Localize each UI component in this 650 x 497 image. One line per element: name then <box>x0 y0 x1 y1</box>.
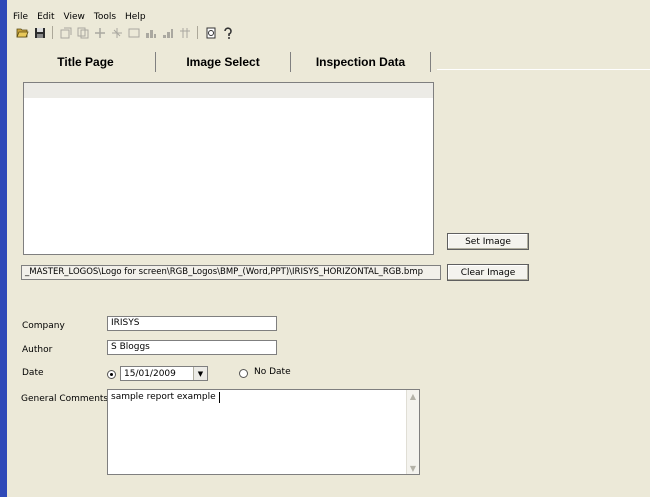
tab-baseline <box>437 69 650 70</box>
tab-image-select[interactable]: Image Select <box>156 52 291 72</box>
company-label: Company <box>22 321 65 331</box>
open-folder-icon[interactable] <box>16 26 29 39</box>
tab-inspection-data[interactable]: Inspection Data <box>291 52 431 72</box>
image-preview-header <box>24 83 433 98</box>
window-left-edge <box>0 0 7 497</box>
date-value: 15/01/2009 <box>124 368 176 379</box>
menu-view[interactable]: View <box>64 12 85 22</box>
toolbar-separator <box>52 26 53 39</box>
tab-title-page[interactable]: Title Page <box>16 52 156 72</box>
image-path-field[interactable]: _MASTER_LOGOS\Logo for screen\RGB_Logos\… <box>21 265 441 280</box>
image-preview-panel <box>23 82 434 255</box>
app-window: File Edit View Tools Help Title Page Ima… <box>7 0 650 497</box>
text-caret <box>219 392 220 403</box>
print-preview-icon[interactable] <box>204 26 217 39</box>
no-date-radio[interactable] <box>239 369 248 378</box>
comments-scrollbar[interactable]: ▲ ▼ <box>406 390 419 474</box>
author-input[interactable]: S Bloggs <box>107 340 277 355</box>
date-label: Date <box>22 368 44 378</box>
menu-help[interactable]: Help <box>125 12 146 22</box>
general-comments-label: General Comments <box>21 394 109 404</box>
menu-bar: File Edit View Tools Help <box>13 10 146 24</box>
properties-icon[interactable] <box>59 26 72 39</box>
date-picker[interactable]: 15/01/2009 ▼ <box>120 366 208 381</box>
no-date-label: No Date <box>254 367 291 377</box>
date-radio[interactable] <box>107 370 116 379</box>
menu-tools[interactable]: Tools <box>94 12 116 22</box>
menu-edit[interactable]: Edit <box>37 12 54 22</box>
general-comments-text: sample report example <box>111 392 216 402</box>
company-input[interactable]: IRISYS <box>107 316 277 331</box>
rectangle-icon[interactable] <box>127 26 140 39</box>
scroll-down-icon[interactable]: ▼ <box>407 462 419 474</box>
chart-alt-icon[interactable] <box>161 26 174 39</box>
insert-icon[interactable] <box>110 26 123 39</box>
help-icon[interactable] <box>221 26 234 39</box>
copy-icon[interactable] <box>76 26 89 39</box>
chart-icon[interactable] <box>144 26 157 39</box>
general-comments-textarea[interactable]: sample report example ▲ ▼ <box>107 389 420 475</box>
chevron-down-icon[interactable]: ▼ <box>193 367 207 380</box>
author-label: Author <box>22 345 53 355</box>
set-image-button[interactable]: Set Image <box>447 233 529 250</box>
toolbar <box>16 24 234 41</box>
tab-strip: Title Page Image Select Inspection Data <box>16 52 431 72</box>
add-icon[interactable] <box>93 26 106 39</box>
menu-file[interactable]: File <box>13 12 28 22</box>
scroll-up-icon[interactable]: ▲ <box>407 390 419 402</box>
clear-image-button[interactable]: Clear Image <box>447 264 529 281</box>
toolbar-separator <box>197 26 198 39</box>
table-icon[interactable] <box>178 26 191 39</box>
save-icon[interactable] <box>33 26 46 39</box>
